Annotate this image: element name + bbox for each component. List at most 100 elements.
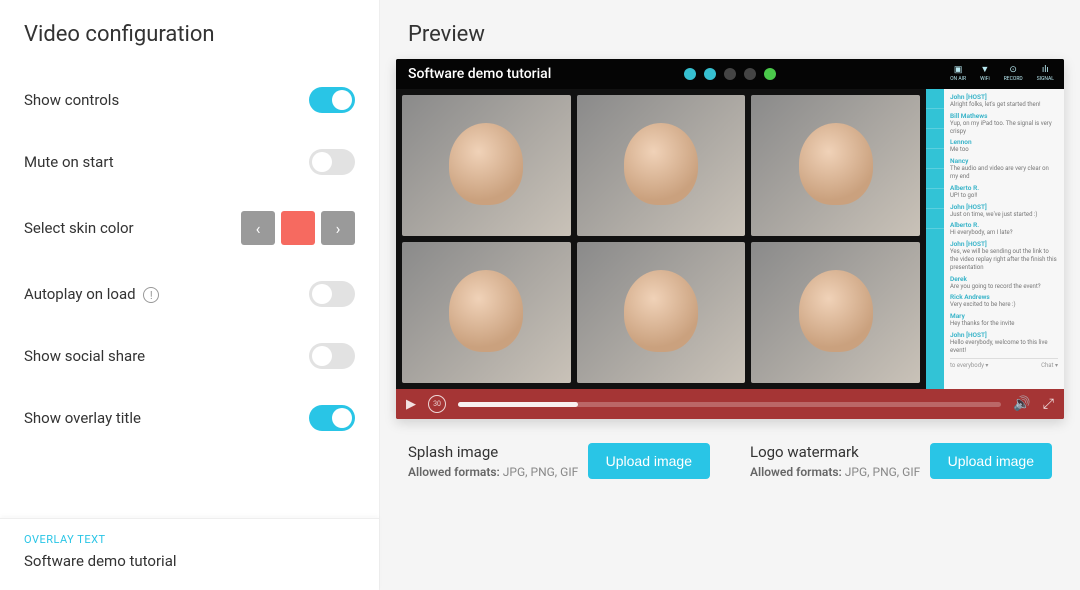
chat-text: Are you going to record the event?: [950, 283, 1058, 291]
participant-tile[interactable]: [751, 242, 920, 383]
chat-name: Rick Andrews: [950, 293, 1058, 301]
preview-grid: [396, 89, 926, 389]
logo-sub: Allowed formats: JPG, PNG, GIF: [750, 465, 920, 479]
overlay-text-label: OVERLAY TEXT: [24, 533, 355, 546]
record-icon: ⊙: [1009, 66, 1017, 75]
video-preview: Software demo tutorial ▣ON AIR ▼WiFi ⊙RE…: [396, 59, 1064, 419]
side-tab-icon[interactable]: [926, 109, 944, 129]
chevron-right-icon: ›: [336, 219, 341, 238]
chat-text: Hi everybody, am I late?: [950, 229, 1058, 237]
label-mute-on-start: Mute on start: [24, 153, 114, 171]
chat-name: Lennon: [950, 138, 1058, 146]
fullscreen-icon: ⤢: [1043, 396, 1054, 412]
chat-text: Just on time, we've just started :): [950, 211, 1058, 219]
dot-icon[interactable]: [684, 68, 696, 80]
chat-name: Alberto R.: [950, 221, 1058, 229]
row-social-share: Show social share: [0, 325, 379, 387]
skin-color-swatch[interactable]: [281, 211, 315, 245]
participant-tile[interactable]: [751, 95, 920, 236]
chat-message: John [HOST]Yes, we will be sending out t…: [950, 240, 1058, 271]
preview-top-controls: [684, 68, 776, 80]
chat-text: Hey thanks for the invite: [950, 320, 1058, 328]
label-overlay-title: Show overlay title: [24, 409, 141, 427]
volume-button[interactable]: 🔊: [1013, 396, 1030, 412]
overlay-text-value[interactable]: Software demo tutorial: [24, 552, 355, 570]
row-mute-on-start: Mute on start: [0, 131, 379, 193]
side-tab-icon[interactable]: [926, 129, 944, 149]
label-skin-color: Select skin color: [24, 219, 134, 237]
stat-onair: ▣ON AIR: [950, 66, 966, 82]
side-tab-icon[interactable]: [926, 89, 944, 109]
chat-text: Yes, we will be sending out the link to …: [950, 248, 1058, 271]
participant-tile[interactable]: [402, 242, 571, 383]
chat-message: John [HOST]Hello everybody, welcome to t…: [950, 331, 1058, 355]
chat-name: John [HOST]: [950, 331, 1058, 339]
config-list: Show controls Mute on start Select skin …: [0, 69, 379, 518]
skin-next-button[interactable]: ›: [321, 211, 355, 245]
seek-bar[interactable]: [458, 402, 1001, 407]
side-tab-icon[interactable]: [926, 169, 944, 189]
side-tab-icon[interactable]: [926, 209, 944, 229]
splash-upload-button[interactable]: Upload image: [588, 443, 710, 479]
dot-icon[interactable]: [724, 68, 736, 80]
side-tab-icon[interactable]: [926, 149, 944, 169]
chat-name: Bill Mathews: [950, 112, 1058, 120]
fullscreen-button[interactable]: ⤢: [1043, 396, 1054, 412]
toggle-overlay-title[interactable]: [309, 405, 355, 431]
row-overlay-title: Show overlay title: [0, 387, 379, 449]
row-show-controls: Show controls: [0, 69, 379, 131]
logo-title: Logo watermark: [750, 443, 920, 461]
chat-name: John [HOST]: [950, 203, 1058, 211]
chat-to[interactable]: to everybody ▾: [950, 362, 988, 369]
chat-text: The audio and video are very clear on my…: [950, 165, 1058, 181]
play-button[interactable]: ▶: [406, 397, 416, 412]
upload-row: Splash image Allowed formats: JPG, PNG, …: [380, 419, 1080, 503]
toggle-show-controls[interactable]: [309, 87, 355, 113]
dot-icon[interactable]: [704, 68, 716, 80]
splash-title: Splash image: [408, 443, 578, 461]
wifi-icon: ▼: [980, 66, 989, 75]
video-controls: ▶ 30 🔊 ⤢: [396, 389, 1064, 419]
chat-messages[interactable]: John [HOST] Alright folks, let's get star…: [944, 89, 1064, 389]
side-tab-icon[interactable]: [926, 189, 944, 209]
participant-tile[interactable]: [577, 242, 746, 383]
preview-overlay-title: Software demo tutorial: [408, 66, 551, 82]
preview-topbar: Software demo tutorial ▣ON AIR ▼WiFi ⊙RE…: [396, 59, 1064, 89]
dot-icon[interactable]: [744, 68, 756, 80]
chat-name: Nancy: [950, 157, 1058, 165]
chat-text: Alright folks, let's get started then!: [950, 101, 1058, 109]
participant-tile[interactable]: [402, 95, 571, 236]
chat-text: Very excited to be here :): [950, 301, 1058, 309]
volume-icon: 🔊: [1013, 396, 1030, 412]
info-icon[interactable]: !: [143, 287, 159, 303]
chat-message: Alberto R.UP! to go!!: [950, 184, 1058, 200]
rewind-icon: 30: [433, 400, 441, 408]
chat-side-tabs: [926, 89, 944, 389]
chat-footer: to everybody ▾ Chat ▾: [950, 358, 1058, 369]
toggle-social-share[interactable]: [309, 343, 355, 369]
toggle-mute-on-start[interactable]: [309, 149, 355, 175]
logo-upload-button[interactable]: Upload image: [930, 443, 1052, 479]
preview-stats: ▣ON AIR ▼WiFi ⊙RECORD ılıSIGNAL: [950, 59, 1054, 89]
chat-mode[interactable]: Chat ▾: [1041, 362, 1058, 369]
chevron-left-icon: ‹: [256, 219, 261, 238]
overlay-text-section: OVERLAY TEXT Software demo tutorial: [0, 518, 379, 590]
rewind-button[interactable]: 30: [428, 395, 446, 413]
signal-icon: ılı: [1042, 66, 1049, 75]
config-sidebar: Video configuration Show controls Mute o…: [0, 0, 380, 590]
dot-icon[interactable]: [764, 68, 776, 80]
chat-name: Derek: [950, 275, 1058, 283]
chat-text: UP! to go!!: [950, 192, 1058, 200]
chat-message: Rick AndrewsVery excited to be here :): [950, 293, 1058, 309]
sidebar-title: Video configuration: [0, 0, 379, 69]
main-title: Preview: [380, 0, 1080, 59]
toggle-autoplay[interactable]: [309, 281, 355, 307]
chat-message: John [HOST]Alright folks, let's get star…: [950, 93, 1058, 109]
skin-prev-button[interactable]: ‹: [241, 211, 275, 245]
chat-message: John [HOST]Just on time, we've just star…: [950, 203, 1058, 219]
chat-message: DerekAre you going to record the event?: [950, 275, 1058, 291]
onair-icon: ▣: [954, 66, 963, 75]
play-icon: ▶: [406, 397, 416, 412]
participant-tile[interactable]: [577, 95, 746, 236]
logo-watermark-block: Logo watermark Allowed formats: JPG, PNG…: [750, 443, 1052, 479]
